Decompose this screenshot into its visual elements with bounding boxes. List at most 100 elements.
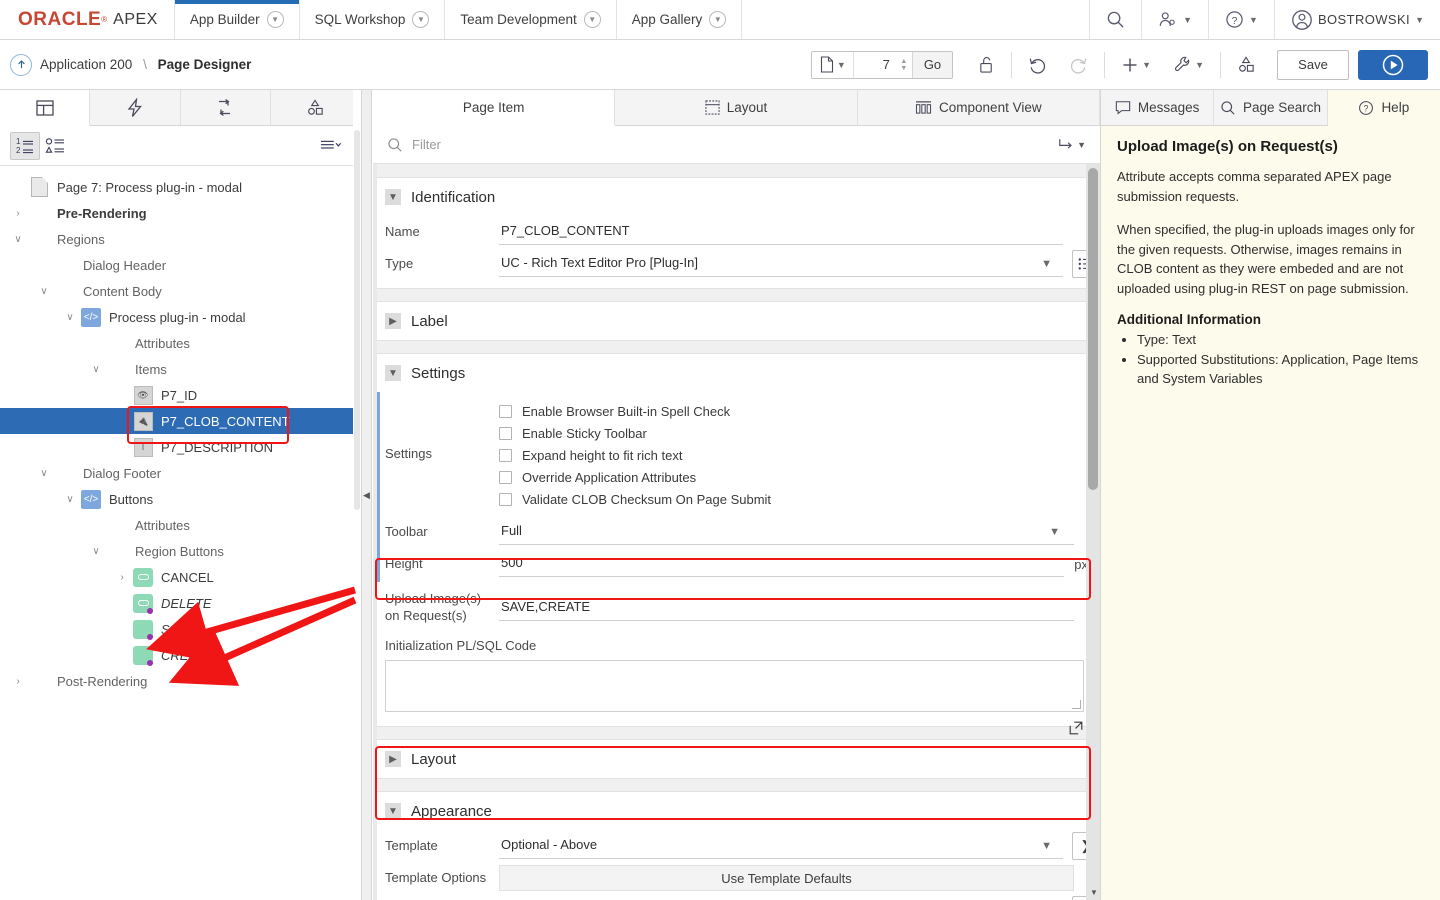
template-options-button[interactable]: Use Template Defaults [499,865,1074,891]
utilities-menu-button[interactable]: ▼ [1162,50,1215,80]
stepper-up-icon[interactable]: ▲ [900,58,907,65]
chevron-down-icon[interactable]: ▼ [267,11,284,28]
scrollbar-thumb[interactable] [1088,168,1098,490]
chevron-down-icon[interactable]: ▼ [1049,526,1060,538]
shared-components-button[interactable] [1226,50,1267,80]
grid-view-button[interactable] [40,132,70,160]
tab-help[interactable]: ? Help [1328,90,1440,126]
save-button[interactable]: Save [1277,50,1349,80]
tree-node[interactable]: DELETE [0,590,361,616]
tree-node[interactable]: SAVE [0,616,361,642]
settings-checkbox-row[interactable]: Override Application Attributes [499,466,771,488]
section-header-settings[interactable]: ▼ Settings [373,354,1100,392]
chevron-down-icon[interactable]: ▼ [584,11,601,28]
tree-node[interactable]: ∨Regions [0,226,361,252]
tree-twisty-icon[interactable]: › [112,572,132,583]
tree-twisty-icon[interactable]: ∨ [86,364,106,375]
checkbox[interactable] [499,493,512,506]
tree-twisty-icon[interactable]: › [8,208,28,219]
property-field[interactable]: SAVE,CREATE [499,595,1074,621]
nav-tab-app-gallery[interactable]: App Gallery ▼ [617,0,743,39]
go-button[interactable]: Go [912,52,952,78]
tab-page-search[interactable]: Page Search [1214,90,1327,125]
checkbox[interactable] [499,405,512,418]
help-menu-button[interactable]: ? ▼ [1208,0,1274,39]
tree-node[interactable]: ›Post-Rendering [0,668,361,694]
checkbox[interactable] [499,449,512,462]
tree-twisty-icon[interactable]: ∨ [8,234,28,245]
tree-node[interactable]: ∨</>Buttons [0,486,361,512]
tab-messages[interactable]: Messages [1101,90,1214,125]
tree-node[interactable]: Page 7: Process plug-in - modal [0,174,361,200]
tree-node[interactable]: ∨</>Process plug-in - modal [0,304,361,330]
page-number-input[interactable]: 7 [854,52,896,78]
template-select[interactable]: Optional - Above [499,833,1063,859]
tree-node[interactable]: ›CANCEL [0,564,361,590]
chevron-down-icon[interactable]: ▼ [385,803,401,819]
collapse-left-panel-icon[interactable]: ◀ [363,490,370,501]
chevron-down-icon[interactable]: ▼ [412,11,429,28]
tree-twisty-icon[interactable]: › [8,676,28,687]
section-header-layout[interactable]: ▶ Layout [373,740,1100,778]
tree-node[interactable]: ∨Region Buttons [0,538,361,564]
toolbar-select[interactable]: Full [499,519,1074,545]
tab-page-item[interactable]: Page Item [373,90,615,126]
property-field[interactable]: Full ▼ [499,519,1074,545]
create-menu-button[interactable]: ▼ [1110,50,1162,80]
tree-node[interactable]: CREATE [0,642,361,668]
settings-checkbox-row[interactable]: Expand height to fit rich text [499,444,771,466]
filter-goto-button[interactable]: ▼ [1058,137,1086,152]
sidebar-tab-shared-components[interactable] [271,90,361,125]
undo-button[interactable] [1017,50,1058,80]
tree-twisty-icon[interactable]: ∨ [60,312,80,323]
initialization-plsql-textarea[interactable] [385,660,1084,712]
left-panel-scrollbar[interactable] [353,90,361,900]
tree-node[interactable]: Dialog Header [0,252,361,278]
user-menu-button[interactable]: BOSTROWSKI ▼ [1274,0,1440,39]
redo-button[interactable] [1058,50,1099,80]
tree-node[interactable]: ∨Content Body [0,278,361,304]
section-header-identification[interactable]: ▼ Identification [373,178,1100,216]
property-field[interactable]: Use Template Defaults [499,865,1074,891]
chevron-down-icon[interactable]: ▼ [709,11,726,28]
section-header-appearance[interactable]: ▼ Appearance [373,792,1100,830]
tree-node[interactable]: Attributes [0,512,361,538]
tab-layout[interactable]: Layout [615,90,857,125]
page-selector[interactable]: ▼ 7 ▲ ▼ Go [811,51,953,79]
chevron-down-icon[interactable]: ▼ [1041,840,1052,852]
stepper-down-icon[interactable]: ▼ [900,65,907,72]
left-splitter[interactable]: ◀ [362,90,372,900]
run-button[interactable] [1358,50,1428,80]
sidebar-tab-processing[interactable] [181,90,271,125]
height-input[interactable]: 500 [499,551,1064,577]
filter-input-wrap[interactable]: Filter [387,137,1058,153]
settings-checkbox-row[interactable]: Enable Sticky Toolbar [499,422,771,444]
scrollbar-down-arrow[interactable]: ▼ [1090,888,1098,897]
property-field[interactable]: Optional - Above ▼ ❯ [499,832,1100,860]
property-field[interactable]: 500 [499,551,1064,577]
global-search-button[interactable] [1089,0,1141,39]
filter-input[interactable]: Filter [412,137,441,152]
tree-menu-button[interactable] [311,132,351,160]
oracle-apex-logo[interactable]: ORACLE® APEX [0,0,175,39]
settings-checkbox-row[interactable]: Enable Browser Built-in Spell Check [499,400,771,422]
chevron-down-icon[interactable]: ▼ [385,189,401,205]
breadcrumb-application[interactable]: Application 200 [40,57,132,72]
tree-node[interactable]: ∨Items [0,356,361,382]
tree-node[interactable]: Attributes [0,330,361,356]
settings-checkbox-row[interactable]: Validate CLOB Checksum On Page Submit [499,488,771,510]
checkbox[interactable] [499,471,512,484]
property-field[interactable] [499,896,1100,900]
chevron-down-icon[interactable]: ▼ [1041,258,1052,270]
tree-twisty-icon[interactable]: ∨ [34,286,54,297]
lock-page-button[interactable] [967,50,1006,80]
chevron-down-icon[interactable]: ▼ [385,365,401,381]
tree-twisty-icon[interactable]: ∨ [60,494,80,505]
property-field[interactable]: P7_CLOB_CONTENT [499,219,1100,245]
tree-view-button[interactable]: 1 2 [10,132,40,160]
chevron-right-icon[interactable]: ▶ [385,313,401,329]
nav-tab-team-development[interactable]: Team Development ▼ [445,0,616,39]
nav-tab-app-builder[interactable]: App Builder ▼ [175,0,300,39]
chevron-right-icon[interactable]: ▶ [385,751,401,767]
property-field[interactable]: UC - Rich Text Editor Pro [Plug-In] ▼ [499,250,1100,278]
